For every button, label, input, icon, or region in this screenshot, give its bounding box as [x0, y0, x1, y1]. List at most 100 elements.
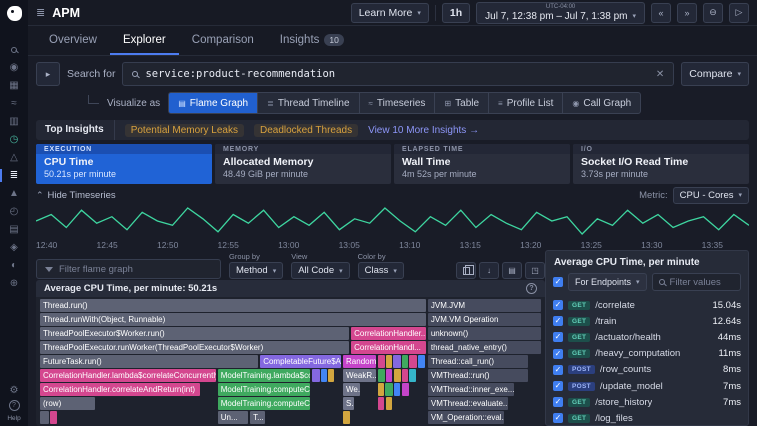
sidebar-item-synthetics[interactable]: △ — [3, 151, 25, 164]
endpoint-row[interactable]: ✓GET/train12.64s — [546, 313, 748, 329]
flame-frame[interactable] — [386, 397, 392, 410]
sidebar-item-dashboards[interactable]: ▥ — [3, 115, 25, 128]
legend-button[interactable]: ▤ — [502, 262, 522, 279]
flame-frame[interactable]: FutureTask.run() — [40, 355, 258, 368]
endpoint-checkbox[interactable]: ✓ — [553, 332, 563, 342]
search-input[interactable]: service:product-recommendation ✕ — [122, 62, 674, 86]
flame-frame[interactable] — [328, 369, 334, 382]
flame-frame[interactable]: VMThread::evaluate... — [428, 397, 508, 410]
endpoint-row[interactable]: ✓POST/row_counts8ms — [546, 362, 748, 378]
flame-frame[interactable]: CompletableFuture$AsyncSupply.run() — [260, 355, 341, 368]
flame-frame[interactable]: CorrelationHandler.lambda$correlateConcu… — [40, 369, 216, 382]
shift-back-button[interactable]: « — [651, 3, 671, 23]
flame-frame[interactable]: CorrelationHandl... — [351, 341, 426, 354]
sidebar-item-profiling[interactable]: ▲ — [3, 187, 25, 200]
datadog-logo[interactable] — [7, 6, 22, 21]
learn-more-button[interactable]: Learn More ▾ — [351, 3, 429, 23]
sidebar-item-ci[interactable]: ◴ — [3, 205, 25, 218]
metric-card-execution[interactable]: EXECUTIONCPU Time50.21s per minute — [36, 144, 212, 184]
endpoint-row[interactable]: ✓POST/update_model7ms — [546, 378, 748, 394]
endpoint-row[interactable]: ✓GET/correlate15.04s — [546, 297, 748, 313]
flame-frame[interactable]: JVM.JVM — [428, 299, 541, 312]
clear-search-icon[interactable]: ✕ — [656, 69, 664, 80]
endpoint-row[interactable]: ✓GET/log_files — [546, 410, 748, 426]
hide-timeseries-link[interactable]: ⌃ Hide Timeseries — [36, 190, 116, 201]
flame-frame[interactable]: T... — [250, 411, 265, 424]
tab-explorer[interactable]: Explorer — [110, 26, 179, 55]
sidebar-item-logs[interactable]: ▤ — [3, 223, 25, 236]
flame-frame[interactable]: WeakR... — [343, 369, 376, 382]
flame-frame[interactable]: ThreadPoolExecutor.runWorker(ThreadPoolE… — [40, 341, 349, 354]
viz-option-timeseries[interactable]: ≈Timeseries — [360, 93, 435, 113]
flame-frame[interactable] — [386, 355, 392, 368]
view-more-insights-link[interactable]: View 10 More Insights → — [368, 125, 479, 136]
tab-insights[interactable]: Insights10 — [267, 26, 357, 55]
viz-option-call-graph[interactable]: ◉Call Graph — [563, 93, 640, 113]
flame-frame[interactable]: CorrelationHandler... — [351, 327, 426, 340]
flame-frame[interactable] — [409, 355, 417, 368]
flame-frame[interactable]: ThreadPoolExecutor$Worker.run() — [40, 327, 349, 340]
copy-button[interactable] — [456, 262, 476, 279]
flame-frame[interactable]: S... — [343, 397, 354, 410]
download-button[interactable]: ↓ — [479, 262, 499, 279]
flame-frame[interactable] — [393, 355, 401, 368]
endpoint-row[interactable]: ✓GET/heavy_computation11ms — [546, 346, 748, 362]
flame-frame[interactable] — [343, 411, 350, 424]
flame-frame[interactable] — [378, 397, 384, 410]
endpoint-checkbox[interactable]: ✓ — [553, 365, 563, 375]
group-by-select[interactable]: Method ▾ — [229, 262, 283, 279]
flame-frame[interactable] — [321, 369, 327, 382]
flame-frame[interactable] — [378, 369, 385, 382]
help-question-icon[interactable]: ? — [526, 283, 537, 294]
flame-frame[interactable]: ModelTraining.lambda$computeCoe... — [218, 369, 310, 382]
sidebar-item-infrastructure[interactable]: ▦ — [3, 79, 25, 92]
flame-frame[interactable] — [378, 383, 384, 396]
zoom-out-button[interactable]: ⊖ — [703, 3, 723, 23]
endpoint-checkbox[interactable]: ✓ — [553, 300, 563, 310]
flame-frame[interactable]: VM_Operation::eval... — [428, 411, 504, 424]
tab-comparison[interactable]: Comparison — [179, 26, 267, 55]
help-icon[interactable]: ? — [9, 400, 20, 411]
flame-frame[interactable] — [402, 355, 408, 368]
metric-card-i-o[interactable]: I/OSocket I/O Read Time3.73s per minute — [573, 144, 749, 184]
settings-gear-icon[interactable]: ⚙ — [10, 386, 19, 396]
live-button[interactable]: ▷ — [729, 3, 749, 23]
view-select[interactable]: All Code ▾ — [291, 262, 349, 279]
viz-option-table[interactable]: ⊞Table — [435, 93, 488, 113]
insight-chip-deadlocked-threads[interactable]: Deadlocked Threads — [254, 124, 358, 137]
sidebar-item-rum[interactable]: ◐ — [3, 259, 25, 272]
expand-button[interactable]: ◳ — [525, 262, 545, 279]
endpoint-checkbox[interactable]: ✓ — [553, 397, 563, 407]
sidebar-item-integrations[interactable]: ⊕ — [3, 277, 25, 290]
flame-frame[interactable]: We... — [343, 383, 360, 396]
color-by-select[interactable]: Class ▾ — [358, 262, 404, 279]
viz-option-profile-list[interactable]: ≡Profile List — [489, 93, 562, 113]
flame-frame[interactable] — [402, 369, 408, 382]
endpoint-row[interactable]: ✓GET/actuator/health44ms — [546, 329, 748, 345]
flame-frame[interactable] — [394, 383, 400, 396]
flame-frame[interactable] — [409, 369, 416, 382]
flame-frame[interactable]: (row) — [40, 397, 95, 410]
flame-frame[interactable] — [394, 369, 401, 382]
viz-option-flame-graph[interactable]: ▤Flame Graph — [169, 93, 257, 113]
shift-forward-button[interactable]: » — [677, 3, 697, 23]
cpu-timeseries-chart[interactable] — [36, 204, 749, 238]
flame-frame[interactable]: VMThread::inner_exe... — [428, 383, 514, 396]
endpoint-checkbox[interactable]: ✓ — [553, 316, 563, 326]
endpoint-checkbox[interactable]: ✓ — [553, 349, 563, 359]
flame-frame[interactable]: ModelTraining.computeCoefficient... — [218, 383, 310, 396]
flame-frame[interactable]: Un... — [218, 411, 248, 424]
sidebar-item-apm[interactable]: ≣ — [3, 169, 25, 182]
metric-card-elapsed-time[interactable]: ELAPSED TIMEWall Time4m 52s per minute — [394, 144, 570, 184]
flame-frame[interactable]: Thread::call_run() — [428, 355, 528, 368]
flame-filter-input-wrap[interactable] — [36, 259, 221, 279]
sidebar-item-metrics[interactable]: ≈ — [3, 97, 25, 110]
filter-values-input[interactable] — [670, 277, 734, 288]
compare-button[interactable]: Compare ▾ — [681, 62, 749, 86]
sidebar-item-security[interactable]: ◈ — [3, 241, 25, 254]
metric-select[interactable]: CPU - Cores ▾ — [673, 187, 749, 204]
endpoint-row[interactable]: ✓GET/store_history7ms — [546, 394, 748, 410]
select-all-checkbox[interactable]: ✓ — [553, 277, 563, 287]
flame-frame[interactable] — [402, 383, 409, 396]
flame-frame[interactable] — [418, 355, 425, 368]
